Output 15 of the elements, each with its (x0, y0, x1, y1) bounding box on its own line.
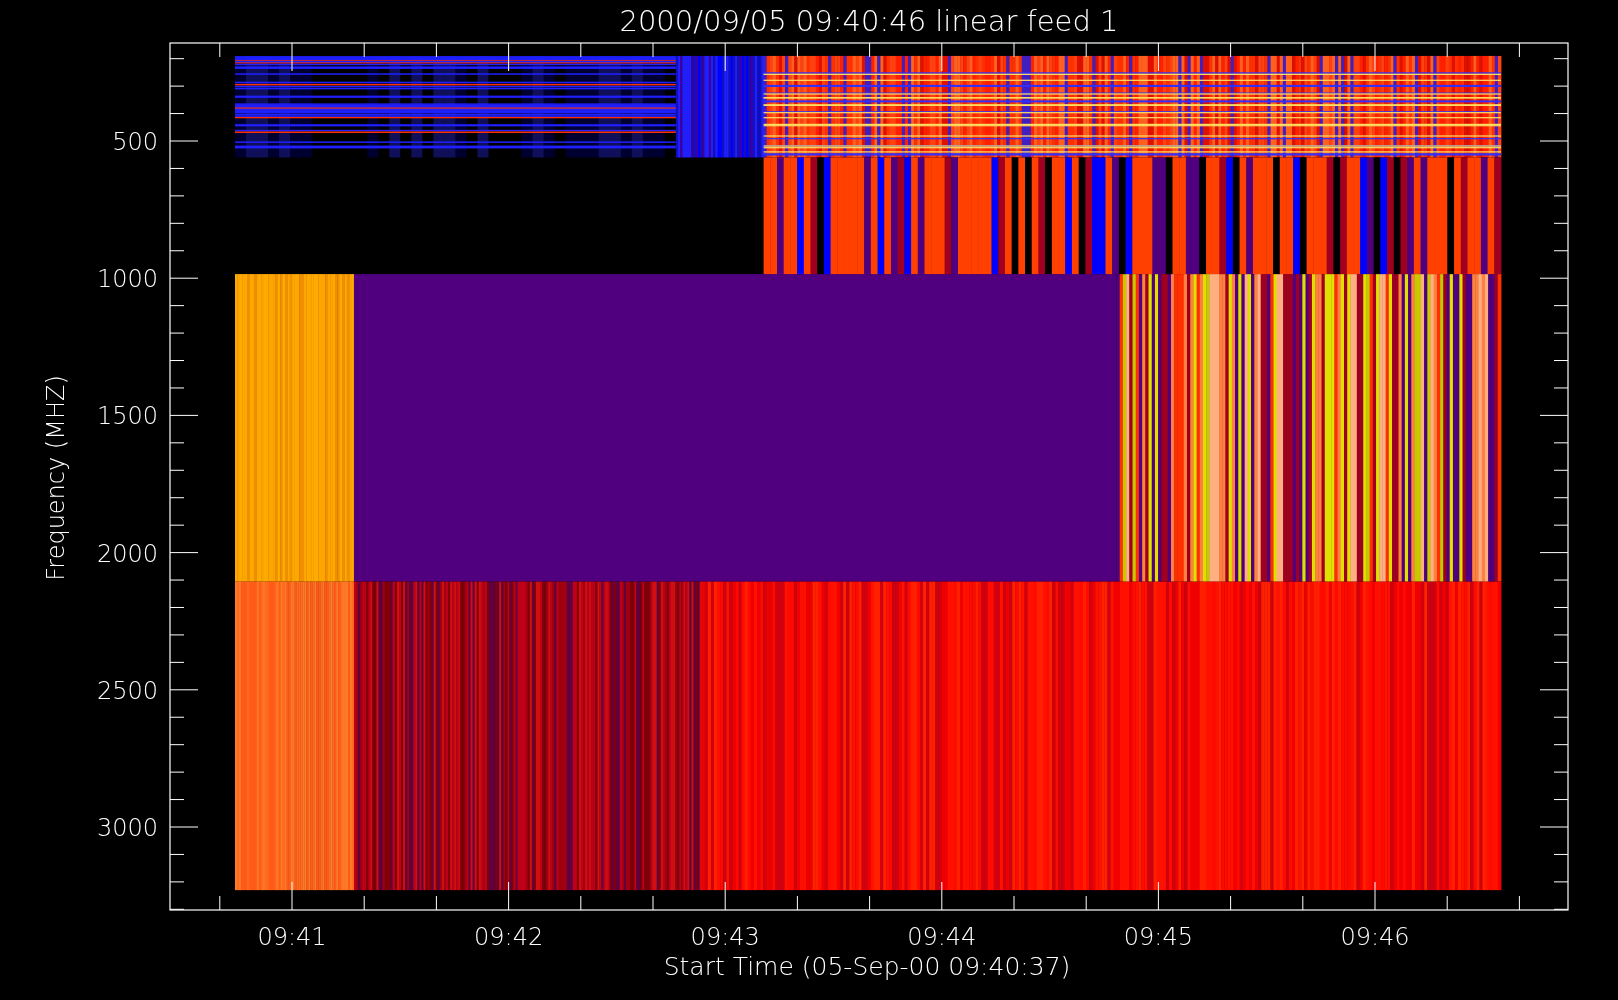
x-tick-label: 09:43 (690, 923, 760, 951)
y-tick-label: 2000 (96, 539, 158, 568)
x-tick-label: 09:46 (1340, 923, 1410, 951)
y-tick-label: 1500 (96, 402, 158, 431)
x-tick-label: 09:42 (474, 923, 544, 951)
y-tick-label: 500 (112, 128, 158, 156)
x-tick-label: 09:45 (1123, 923, 1193, 951)
x-tick-label: 09:44 (907, 923, 977, 951)
y-tick-label: 3000 (96, 814, 158, 842)
x-tick-label: 09:41 (257, 923, 327, 951)
y-axis-label: Frequency (MHZ) (42, 375, 70, 581)
plot-title: 2000/09/05 09:40:46 linear feed 1 (619, 4, 1119, 38)
x-axis-label: Start Time (05-Sep-00 09:40:37) (663, 952, 1071, 981)
y-tick-label: 1000 (96, 265, 158, 294)
y-tick-label: 2500 (96, 676, 158, 705)
